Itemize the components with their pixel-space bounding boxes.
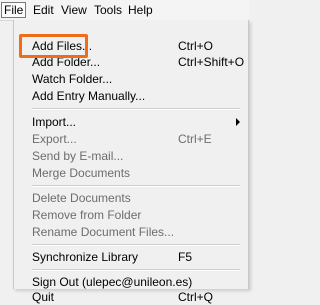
menu-item-label: Synchronize Library (32, 250, 139, 264)
menu-item-watch-folder[interactable]: Watch Folder... (14, 71, 248, 87)
menu-item-sign-out[interactable]: Sign Out (ulepec@unileon.es) (14, 274, 248, 290)
menu-item-label: Export... (32, 132, 77, 146)
menu-item-label: Sign Out (ulepec@unileon.es) (32, 275, 193, 289)
menu-item-merge-documents[interactable]: Merge Documents (14, 165, 248, 181)
menu-item-label: Send by E-mail... (32, 149, 124, 163)
menu-separator (32, 244, 240, 246)
menu-item-label: Quit (32, 290, 55, 304)
menu-item-label: Delete Documents (32, 191, 131, 205)
menu-separator (32, 269, 240, 271)
menu-item-rename-document-files[interactable]: Rename Document Files... (14, 224, 248, 240)
menu-item-shortcut: F5 (178, 250, 193, 264)
menu-item-label: Add Entry Manually... (32, 89, 146, 103)
menu-item-label: Watch Folder... (32, 72, 113, 86)
file-menu-dropdown: Add Files... Ctrl+O Add Folder... Ctrl+S… (13, 20, 249, 304)
highlight-box (19, 34, 88, 58)
menu-item-label: Remove from Folder (32, 208, 142, 222)
menu-item-send-by-email[interactable]: Send by E-mail... (14, 148, 248, 164)
menu-tools[interactable]: Tools (94, 3, 122, 17)
menu-item-export[interactable]: Export... Ctrl+E (14, 131, 248, 147)
menu-item-quit[interactable]: Quit Ctrl+Q (14, 289, 248, 305)
menu-separator (32, 185, 240, 187)
menu-item-label: Merge Documents (32, 166, 131, 180)
menu-view[interactable]: View (61, 3, 87, 17)
menu-item-shortcut: Ctrl+Shift+O (178, 55, 245, 69)
menu-item-import[interactable]: Import... (14, 114, 248, 130)
menu-item-shortcut: Ctrl+O (178, 39, 214, 53)
menu-item-label: Import... (32, 115, 77, 129)
menu-item-delete-documents[interactable]: Delete Documents (14, 190, 248, 206)
chevron-right-icon (236, 118, 240, 126)
menu-item-add-entry-manually[interactable]: Add Entry Manually... (14, 88, 248, 104)
menu-separator (32, 108, 240, 110)
menu-item-shortcut: Ctrl+E (178, 132, 212, 146)
menu-item-label: Rename Document Files... (32, 225, 175, 239)
menu-item-remove-from-folder[interactable]: Remove from Folder (14, 207, 248, 223)
menu-bar: File Edit View Tools Help (0, 0, 249, 21)
menu-item-synchronize-library[interactable]: Synchronize Library F5 (14, 249, 248, 265)
menu-help[interactable]: Help (128, 3, 153, 17)
menu-edit[interactable]: Edit (33, 3, 54, 17)
menu-item-shortcut: Ctrl+Q (178, 290, 214, 304)
menu-file[interactable]: File (1, 2, 27, 18)
